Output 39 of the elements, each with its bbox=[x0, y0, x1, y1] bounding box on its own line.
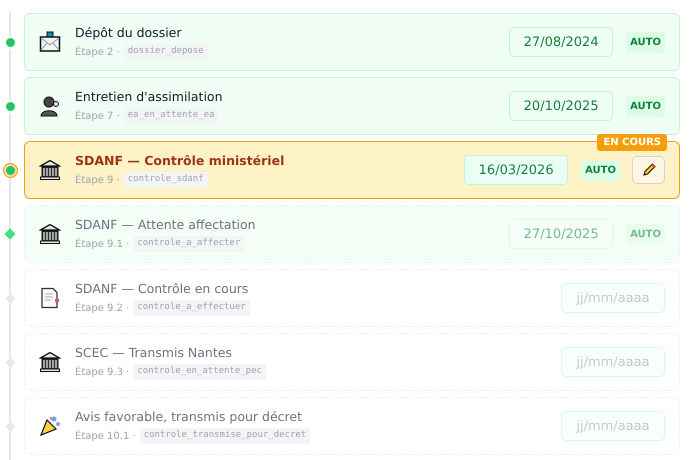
step-number: Étape 9.1 · bbox=[75, 236, 130, 252]
step-code: controle_sdanf bbox=[124, 172, 208, 188]
auto-badge: AUTO bbox=[626, 224, 665, 244]
status-badge: EN COURS bbox=[597, 134, 667, 151]
step-title: Avis favorable, transmis pour décret bbox=[75, 408, 303, 426]
step-code: ea_en_attente_ea bbox=[124, 108, 218, 124]
auto-badge: AUTO bbox=[626, 96, 665, 116]
step-title: SDANF — Contrôle ministériel bbox=[75, 152, 286, 170]
step-code: controle_transmise_pour_decret bbox=[140, 428, 310, 444]
person-icon bbox=[39, 95, 61, 117]
bank-icon bbox=[39, 159, 61, 181]
step-number: Étape 7 · bbox=[75, 108, 120, 124]
timeline-marker bbox=[4, 228, 16, 240]
auto-badge: AUTO bbox=[626, 32, 665, 52]
step-number: Étape 2 · bbox=[75, 44, 120, 60]
step-number: Étape 10.1 · bbox=[75, 428, 136, 444]
step-title: SDANF — Attente affectation bbox=[75, 216, 257, 234]
step-number: Étape 9.2 · bbox=[75, 300, 130, 316]
date-field[interactable]: 27/08/2024 bbox=[509, 27, 614, 57]
party-popper-icon bbox=[39, 415, 61, 437]
date-field[interactable]: 16/03/2026 bbox=[464, 155, 568, 185]
step-code: controle_a_effectuer bbox=[133, 300, 250, 316]
step-title: Entretien d'assimilation bbox=[75, 88, 224, 106]
pencil-icon bbox=[640, 162, 656, 178]
step-title: SDANF — Contrôle en cours bbox=[75, 280, 250, 298]
bank-icon bbox=[39, 351, 61, 373]
step-title: Dépôt du dossier bbox=[75, 24, 183, 42]
step-code: dossier_depose bbox=[124, 44, 208, 60]
step-number: Étape 9.3 · bbox=[75, 364, 130, 380]
document-icon bbox=[39, 287, 61, 309]
edit-button[interactable] bbox=[632, 156, 665, 184]
step-number: Étape 9 · bbox=[75, 172, 120, 188]
date-field[interactable]: 20/10/2025 bbox=[509, 91, 614, 121]
step-title: SCEC — Transmis Nantes bbox=[75, 344, 233, 362]
auto-badge: AUTO bbox=[581, 160, 620, 180]
step-code: controle_a_affecter bbox=[133, 236, 244, 252]
step-code: controle_en_attente_pec bbox=[133, 364, 266, 380]
envelope-icon bbox=[39, 31, 61, 53]
bank-icon bbox=[39, 223, 61, 245]
